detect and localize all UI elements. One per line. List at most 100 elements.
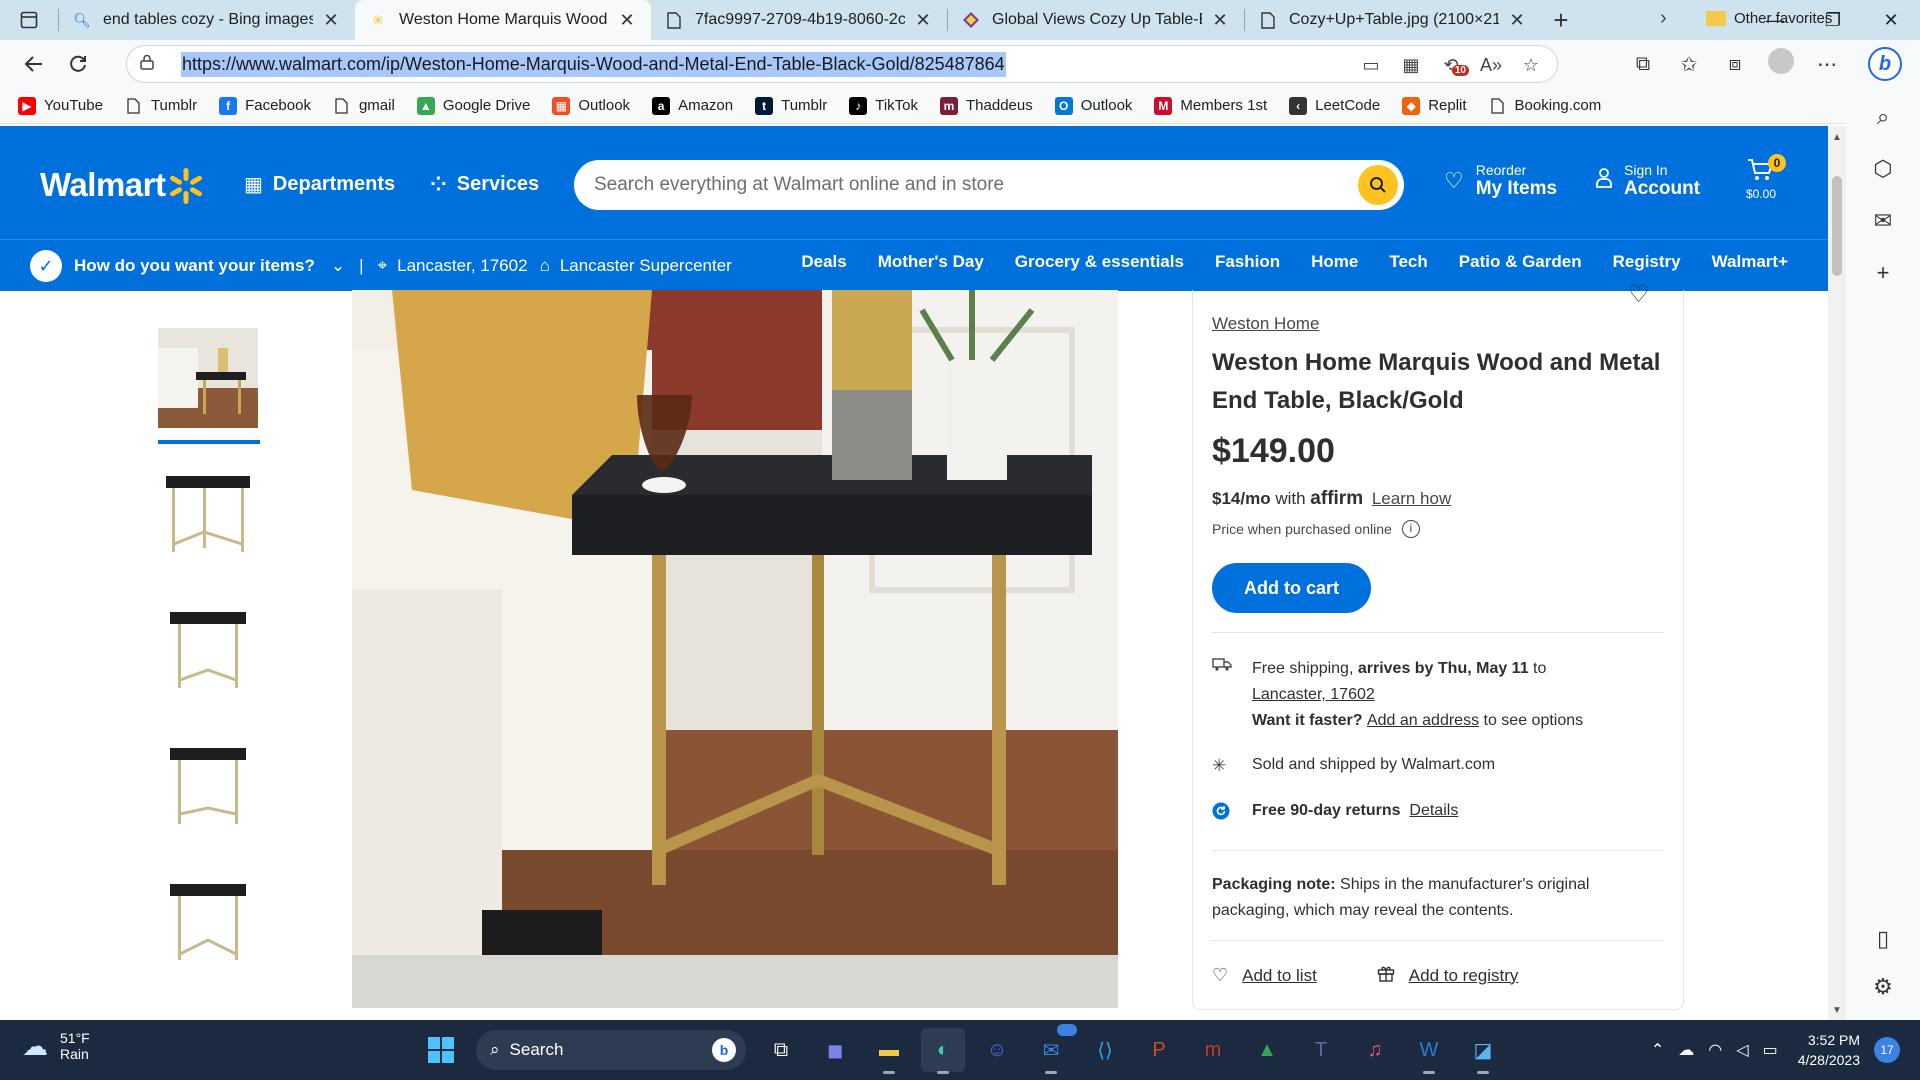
favorite-item[interactable]: ▲ Google Drive [416, 96, 530, 115]
category-nav-item[interactable]: Deals [801, 252, 846, 272]
read-aloud-icon[interactable]: A» [1471, 55, 1511, 76]
outlook-icon[interactable]: ✉ [1846, 208, 1920, 234]
extensions-icon[interactable]: ⧉ [1620, 53, 1666, 76]
weather-widget[interactable]: ☁ 51°F Rain [22, 1030, 90, 1062]
app-available-icon[interactable]: ▭ [1351, 55, 1391, 76]
close-tab-icon[interactable]: ✕ [617, 10, 637, 31]
add-favorite-icon[interactable]: ☆ [1511, 55, 1551, 76]
copilot-icon[interactable]: ⬡ [1846, 156, 1920, 182]
departments-button[interactable]: ▦ Departments [244, 172, 395, 197]
thumbnail-4[interactable] [158, 736, 258, 836]
collections-icon[interactable]: ⧈ [1712, 53, 1758, 76]
walmart-logo[interactable]: Walmart [40, 166, 166, 204]
thumbnail-3[interactable] [158, 600, 258, 700]
add-address-link[interactable]: Add an address [1367, 712, 1479, 730]
product-brand-link[interactable]: Weston Home [1212, 314, 1319, 334]
edge-icon[interactable]: ◐ [921, 1028, 965, 1074]
favorite-heart-icon[interactable]: ♡ [1628, 280, 1650, 309]
fulfillment-selector[interactable]: ✓ How do you want your items? ⌄ | ⌖ Lanc… [30, 250, 732, 282]
returns-details-link[interactable]: Details [1409, 802, 1458, 820]
favorite-item[interactable]: ◆ Replit [1402, 96, 1467, 115]
clock[interactable]: 3:52 PM 4/28/2023 [1798, 1030, 1860, 1070]
favorite-item[interactable]: O Outlook [1054, 96, 1132, 115]
favorite-item[interactable]: m Thaddeus [940, 96, 1033, 115]
search-icon[interactable]: ⌕ [1846, 104, 1920, 130]
favorites-icon[interactable]: ✩ [1666, 52, 1712, 77]
close-window-icon[interactable]: ✕ [1862, 0, 1920, 40]
volume-icon[interactable]: ◁ [1736, 1040, 1748, 1060]
powerpoint-icon[interactable]: P [1137, 1028, 1181, 1072]
page-scrollbar[interactable]: ▲ ▼ [1828, 126, 1846, 1020]
favorite-item[interactable]: ▦ Outlook [552, 96, 630, 115]
google-drive-icon[interactable]: ▲ [1245, 1028, 1289, 1072]
store-button[interactable]: ⌂ Lancaster Supercenter [540, 256, 732, 276]
favorite-item[interactable]: ▶ YouTube [18, 96, 103, 115]
scroll-down-icon[interactable]: ▼ [1828, 1005, 1846, 1016]
thumbnail-1-selected[interactable] [158, 328, 260, 444]
word-icon[interactable]: W [1407, 1028, 1451, 1074]
favorite-item[interactable]: Tumblr [125, 97, 197, 115]
onedrive-icon[interactable]: ☁ [1678, 1040, 1694, 1060]
browser-tab[interactable]: 7fac9997-2709-4b19-8060-2c49 ✕ [651, 0, 947, 40]
file-explorer-icon[interactable]: ▬ [867, 1028, 911, 1074]
reorder-button[interactable]: ♡ Reorder My Items [1444, 162, 1557, 200]
grid-icon[interactable]: ▦ [1391, 55, 1431, 76]
shipping-location-link[interactable]: Lancaster, 17602 [1252, 686, 1375, 703]
favorite-item[interactable]: gmail [333, 97, 395, 115]
scroll-up-icon[interactable]: ▲ [1828, 132, 1846, 143]
favorite-item[interactable]: ♪ TikTok [849, 96, 918, 115]
mail-icon[interactable]: ✉ 16 [1029, 1024, 1077, 1074]
add-to-cart-button[interactable]: Add to cart [1212, 563, 1371, 613]
thumbnail-5[interactable] [158, 872, 258, 972]
browser-tab[interactable]: Cozy+Up+Table.jpg (2100×2100) ✕ [1245, 0, 1541, 40]
new-tab-button[interactable]: + [1541, 0, 1581, 40]
profile-button[interactable] [1758, 48, 1804, 80]
favorite-item[interactable]: M Members 1st [1154, 96, 1267, 115]
music-icon[interactable]: ♫ [1353, 1028, 1397, 1072]
info-icon[interactable]: i [1401, 520, 1420, 538]
address-bar[interactable]: https://www.walmart.com/ip/Weston-Home-M… [126, 45, 1558, 83]
browser-tab-active[interactable]: ✳ Weston Home Marquis Wood an ✕ [355, 0, 651, 40]
category-nav-item[interactable]: Mother's Day [878, 252, 984, 272]
favorite-item[interactable]: t Tumblr [755, 96, 827, 115]
teams-icon[interactable]: T [1299, 1028, 1343, 1072]
lock-icon[interactable] [127, 54, 167, 74]
wifi-icon[interactable]: ◠ [1708, 1040, 1722, 1060]
cart-button[interactable]: 0 $0.00 [1746, 154, 1786, 201]
photos-icon[interactable]: ◪ [1461, 1028, 1505, 1074]
affirm-learn-link[interactable]: Learn how [1372, 489, 1451, 508]
category-nav-item[interactable]: Walmart+ [1712, 252, 1788, 272]
start-button[interactable] [419, 1028, 463, 1072]
tab-actions-button[interactable] [0, 0, 58, 40]
browser-tab[interactable]: 🔍︎ end tables cozy - Bing images ✕ [59, 0, 355, 40]
search-button[interactable] [1358, 165, 1398, 205]
other-favorites[interactable]: Other favorites [1706, 0, 1832, 36]
teams-chat-icon[interactable]: ◼ [813, 1028, 857, 1072]
search-bar[interactable]: Search everything at Walmart online and … [574, 160, 1404, 210]
sidebar-toggle-icon[interactable]: ▯ [1846, 926, 1920, 952]
add-to-registry-button[interactable]: Add to registry [1377, 964, 1518, 987]
more-options-icon[interactable]: ⋯ [1804, 52, 1850, 77]
battery-icon[interactable]: ▭ [1763, 1040, 1778, 1060]
add-icon[interactable]: + [1846, 260, 1920, 286]
chevron-up-icon[interactable]: ⌃ [1651, 1040, 1664, 1060]
taskbar-search[interactable]: ⌕ Search b [476, 1030, 746, 1070]
favorite-item[interactable]: ‹ LeetCode [1289, 96, 1380, 115]
favorite-item[interactable]: f Facebook [219, 96, 311, 115]
vscode-icon[interactable]: ⟨⟩ [1083, 1028, 1127, 1072]
close-tab-icon[interactable]: ✕ [321, 10, 341, 31]
scrollbar-thumb[interactable] [1832, 176, 1842, 276]
account-button[interactable]: Sign In Account [1596, 162, 1700, 200]
category-nav-item[interactable]: Tech [1389, 252, 1427, 272]
favorite-item[interactable]: Booking.com [1489, 97, 1601, 115]
settings-icon[interactable]: ⚙ [1846, 974, 1920, 1000]
bing-chat-button[interactable]: b [1850, 47, 1920, 81]
close-tab-icon[interactable]: ✕ [1507, 10, 1527, 31]
task-view-icon[interactable]: ⧉ [759, 1028, 803, 1072]
refresh-button[interactable] [56, 44, 100, 84]
category-nav-item[interactable]: Patio & Garden [1459, 252, 1582, 272]
discord-icon[interactable]: ☺ [975, 1028, 1019, 1072]
extension-icon[interactable]: ⟲ 10 [1431, 55, 1471, 76]
category-nav-item[interactable]: Home [1311, 252, 1358, 272]
back-button[interactable] [12, 44, 56, 84]
